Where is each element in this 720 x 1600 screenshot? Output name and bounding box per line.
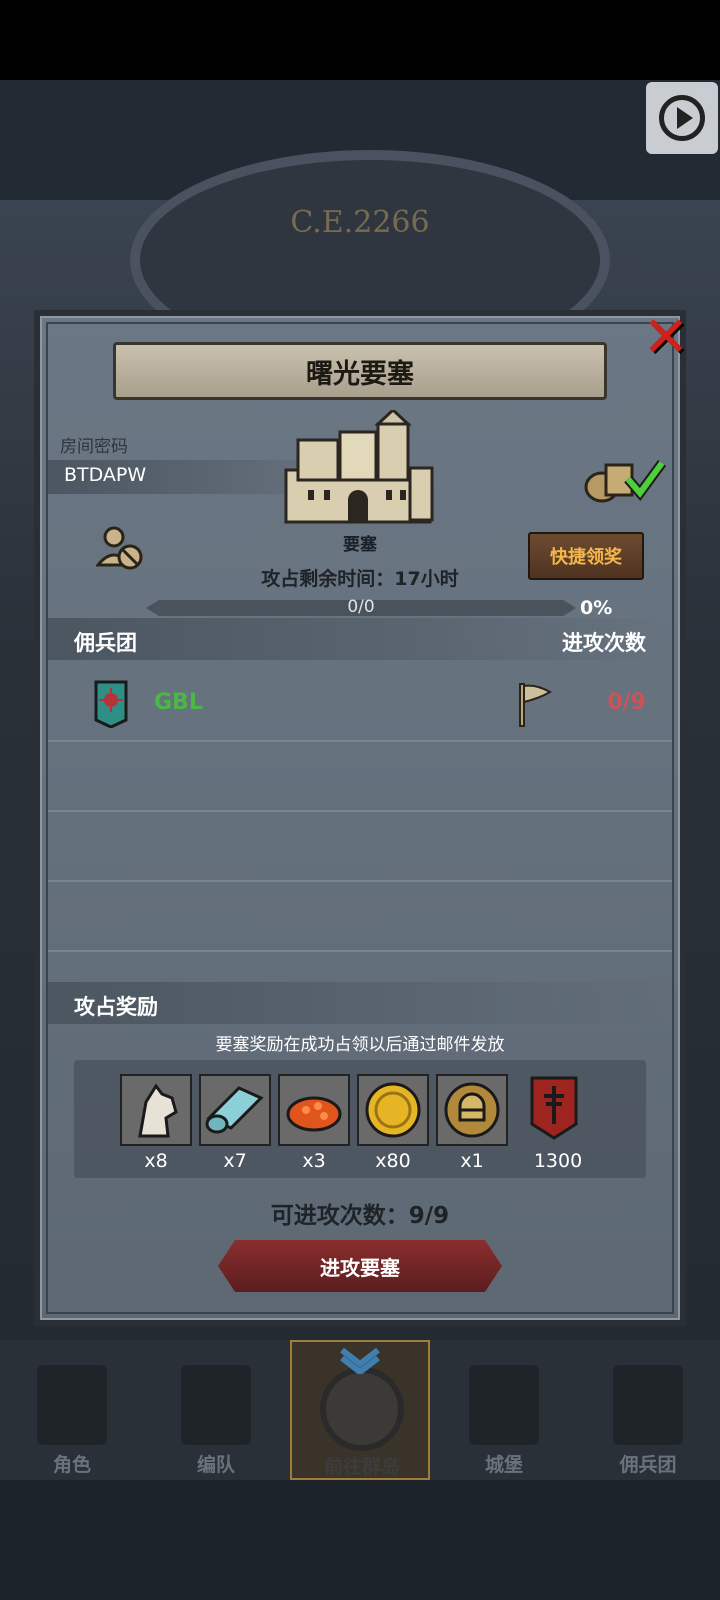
room-code[interactable]: BTDAPW	[64, 464, 146, 486]
guild-name: GBL	[154, 690, 203, 715]
nav-squad[interactable]: 编队	[146, 1340, 286, 1480]
nav-mercenary[interactable]: 佣兵团	[578, 1340, 718, 1480]
white-flag-icon	[519, 683, 552, 727]
attack-fortress-button[interactable]: 进攻要塞	[218, 1240, 502, 1292]
cloth-icon[interactable]	[199, 1074, 271, 1146]
reward-qty: x1	[460, 1150, 484, 1172]
castle-icon	[284, 410, 434, 524]
nav-character[interactable]: 角色	[2, 1340, 142, 1480]
reward-qty: x3	[302, 1150, 326, 1172]
horse-icon[interactable]	[120, 1074, 192, 1146]
reward-qty: x7	[223, 1150, 247, 1172]
dialog-title: 曙光要塞	[113, 342, 607, 400]
nav-label: 城堡	[484, 1454, 523, 1476]
compass-icon	[320, 1367, 404, 1451]
guild-header-label: 佣兵团	[74, 631, 137, 655]
knight-medal-icon[interactable]	[436, 1074, 508, 1146]
empty-guild-row	[48, 810, 672, 882]
nav-label: 角色	[52, 1454, 91, 1476]
reward-section-header: 攻占奖励	[48, 982, 672, 1024]
ship-icon	[613, 1365, 683, 1445]
nav-label: 编队	[196, 1454, 235, 1476]
guild-row[interactable]: GBL 0/9	[48, 670, 672, 742]
room-label: 房间密码	[60, 437, 128, 457]
nav-castle[interactable]: 城堡	[434, 1340, 574, 1480]
castle-icon	[469, 1365, 539, 1445]
chevron-down-icon	[340, 1348, 380, 1374]
reward-note: 要塞奖励在成功占领以后通过邮件发放	[215, 1035, 505, 1055]
background-year: C.E.2266	[290, 205, 430, 240]
empty-guild-row	[48, 880, 672, 952]
guild-banner-icon[interactable]	[520, 1074, 592, 1146]
reward-bag-checked-icon[interactable]	[582, 455, 666, 503]
squad-icon	[181, 1365, 251, 1445]
caviar-icon[interactable]	[278, 1074, 350, 1146]
video-play-button[interactable]	[646, 82, 718, 154]
castle-label: 要塞	[343, 535, 377, 555]
guild-attack-count: 0/9	[607, 690, 646, 715]
close-icon: ✕	[642, 305, 690, 370]
top-status-bar	[0, 0, 720, 80]
reward-qty: x8	[144, 1150, 168, 1172]
gold-coin-icon[interactable]	[357, 1074, 429, 1146]
nav-label: 前往群岛	[323, 1456, 400, 1478]
play-icon	[659, 95, 705, 141]
progress-text: 0/0	[347, 597, 375, 617]
attacks-available: 可进攻次数：9/9	[270, 1203, 450, 1229]
reward-header-label: 攻占奖励	[74, 995, 158, 1019]
nav-label: 佣兵团	[619, 1454, 677, 1476]
guild-emblem-icon	[94, 680, 128, 728]
knight-icon	[37, 1365, 107, 1445]
empty-guild-row	[48, 740, 672, 812]
progress-percent: 0%	[580, 597, 613, 619]
reward-qty: 1300	[533, 1150, 583, 1172]
footer-area	[0, 1480, 720, 1600]
attack-count-header: 进攻次数	[562, 631, 646, 655]
close-button[interactable]: ✕	[640, 305, 692, 370]
reward-qty: x80	[375, 1150, 411, 1172]
remaining-time: 攻占剩余时间：17小时	[261, 568, 459, 590]
guild-section-header: 佣兵团 进攻次数	[48, 618, 672, 660]
